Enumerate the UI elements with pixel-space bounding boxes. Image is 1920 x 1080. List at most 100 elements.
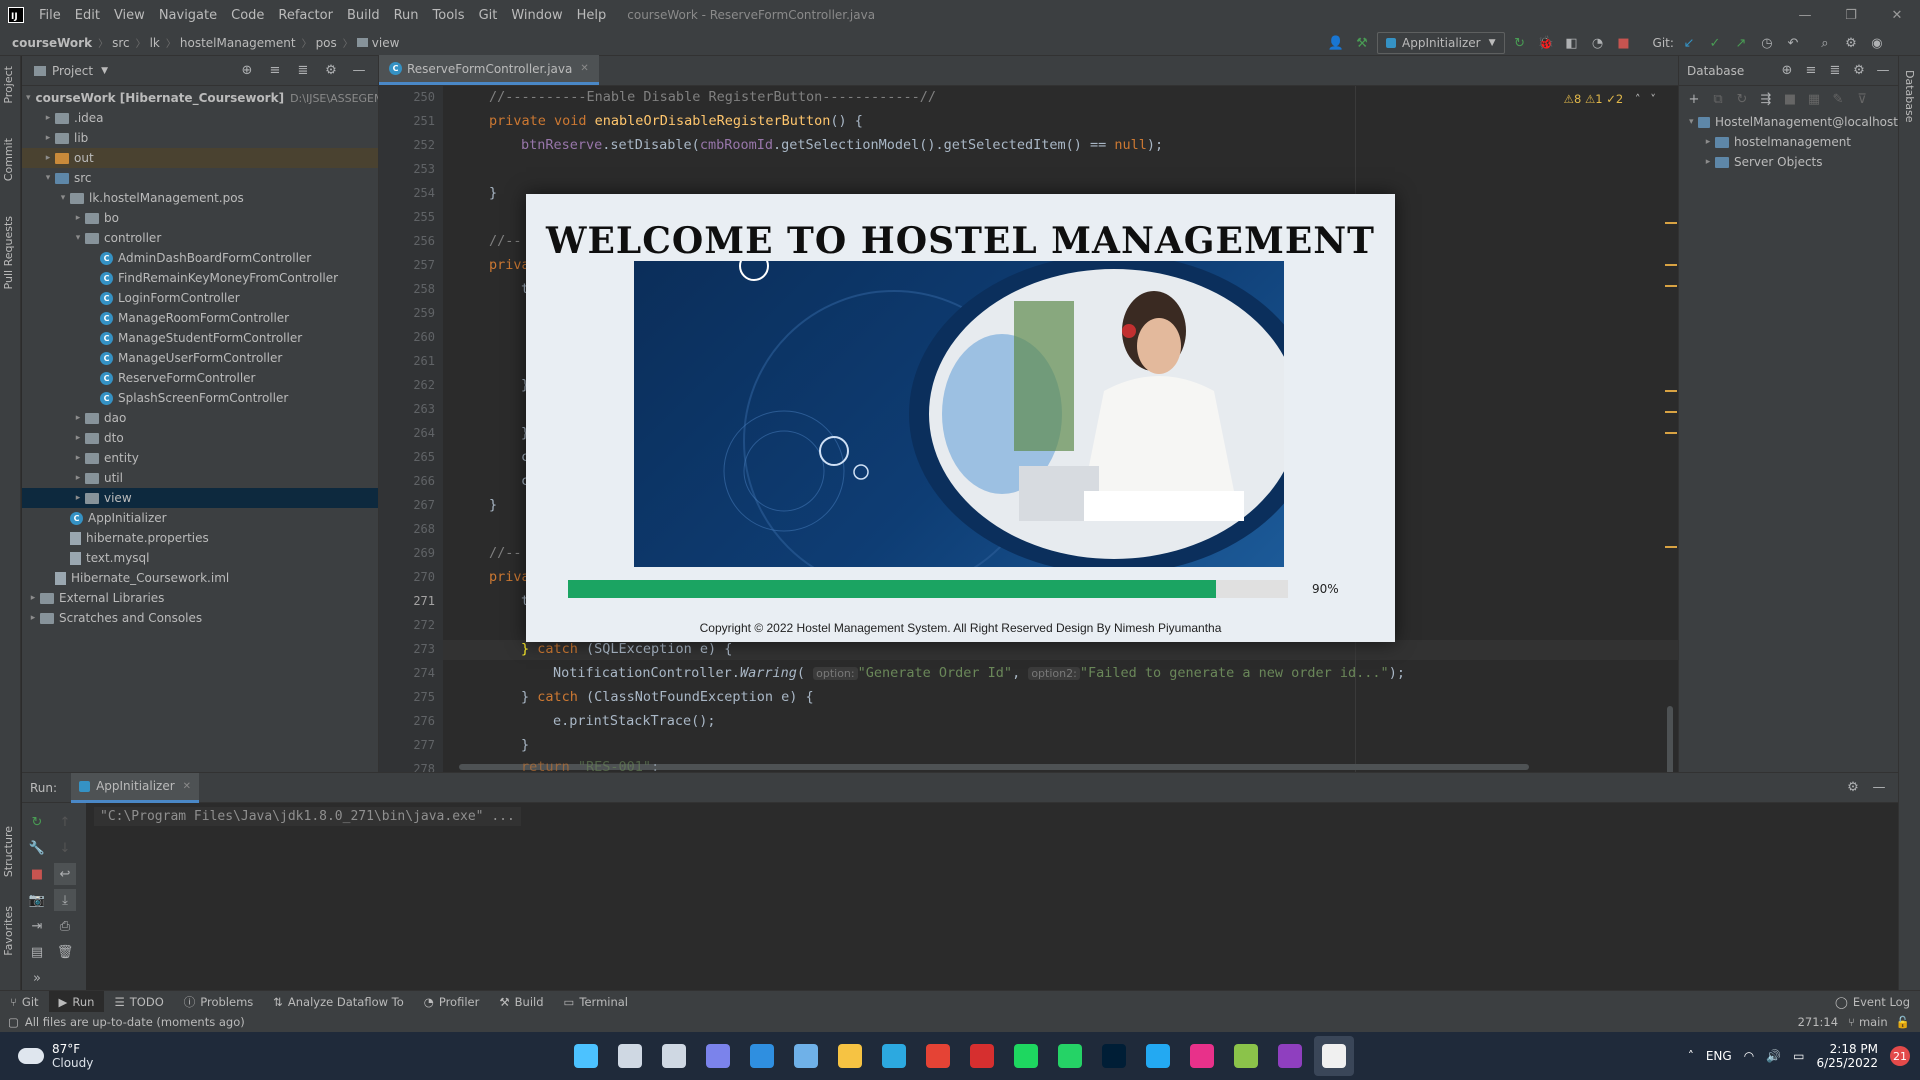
volume-icon[interactable]: 🔊 <box>1766 1049 1781 1063</box>
project-tree-item[interactable]: ▾ courseWork [Hibernate_Coursework] D:\IJS… <box>22 88 399 108</box>
line-number[interactable]: 251 <box>413 114 435 128</box>
project-tree-item[interactable]: ▸ dto <box>22 428 378 448</box>
hide-panel-icon[interactable]: — <box>348 60 370 82</box>
clock[interactable]: 2:18 PM 6/25/2022 <box>1816 1042 1878 1070</box>
commit-tool-tab[interactable]: Commit <box>2 138 15 181</box>
line-number[interactable]: 267 <box>413 498 435 512</box>
git-update-icon[interactable]: ↙ <box>1678 32 1700 54</box>
code-line-273[interactable]: } catch (SQLException e) { <box>521 641 732 657</box>
chevron-right-icon[interactable]: ▸ <box>1701 157 1715 167</box>
settings-gear-icon[interactable]: ⚙ <box>320 60 342 82</box>
project-tree-item[interactable]: hibernate.properties <box>22 528 378 548</box>
settings-gear-icon[interactable]: ⚙ <box>1840 32 1862 54</box>
code-line-274[interactable]: NotificationController.Warring( option: "… <box>553 665 1405 681</box>
project-tree-item[interactable]: ▸ out <box>22 148 378 168</box>
exit-icon[interactable]: ⇥ <box>26 915 48 937</box>
database-panel-title[interactable]: Database <box>1687 64 1744 78</box>
line-number[interactable]: 258 <box>413 282 435 296</box>
breadcrumb-lk[interactable]: lk <box>146 36 160 50</box>
taskbar-app-file-explorer[interactable] <box>830 1036 870 1076</box>
refresh-icon[interactable]: ↻ <box>1731 88 1753 110</box>
line-number[interactable]: 268 <box>413 522 435 536</box>
chevron-right-icon[interactable]: ▸ <box>71 453 85 463</box>
menu-window[interactable]: Window <box>504 8 569 23</box>
line-number[interactable]: 250 <box>413 90 435 104</box>
project-tree-item[interactable]: ▸ entity <box>22 448 378 468</box>
project-tree-item[interactable]: ▾ src <box>22 168 378 188</box>
project-panel-title[interactable]: Project <box>52 64 93 78</box>
taskbar-app-whatsapp[interactable] <box>1050 1036 1090 1076</box>
tool-analyze-dataflow[interactable]: ⇅ Analyze Dataflow To <box>263 991 414 1013</box>
project-tree-item[interactable]: ▸ External Libraries <box>22 588 378 608</box>
filter-icon[interactable]: ⊽ <box>1851 88 1873 110</box>
project-tree-item[interactable]: ▸ lib <box>22 128 378 148</box>
profile-icon[interactable]: ◔ <box>1587 32 1609 54</box>
search-icon[interactable]: ⌕ <box>1814 32 1836 54</box>
database-tree-item[interactable]: ▸ hostelmanagement <box>1679 132 1898 152</box>
minimize-icon[interactable]: — <box>1782 0 1828 30</box>
line-number[interactable]: 273 <box>413 642 435 656</box>
line-number[interactable]: 265 <box>413 450 435 464</box>
taskbar-app-mail[interactable] <box>742 1036 782 1076</box>
arrow-down-icon[interactable]: ↓ <box>54 837 76 859</box>
menu-code[interactable]: Code <box>224 8 271 23</box>
expand-all-icon[interactable]: ≡ <box>1800 60 1822 82</box>
add-icon[interactable]: + <box>1683 88 1705 110</box>
project-tree-item[interactable]: C ManageRoomFormController <box>22 308 378 328</box>
chevron-down-icon[interactable]: ▾ <box>26 93 31 103</box>
taskbar-app-spotify[interactable] <box>1006 1036 1046 1076</box>
trash-icon[interactable]: 🗑 <box>54 941 76 963</box>
line-number[interactable]: 274 <box>413 666 435 680</box>
debug-icon[interactable]: 🐞 <box>1535 32 1557 54</box>
layout-icon[interactable]: ▤ <box>26 941 48 963</box>
line-number[interactable]: 252 <box>413 138 435 152</box>
code-line-277[interactable]: } <box>521 737 529 753</box>
taskbar-app-visual-studio[interactable] <box>1270 1036 1310 1076</box>
code-line-270[interactable]: priva <box>489 569 530 585</box>
git-push-icon[interactable]: ↗ <box>1730 32 1752 54</box>
tool-profiler[interactable]: ◔ Profiler <box>414 991 490 1013</box>
project-tree-item[interactable]: text.mysql <box>22 548 378 568</box>
project-tree-item[interactable]: ▸ .idea <box>22 108 378 128</box>
code-line-254[interactable]: } <box>489 185 497 201</box>
stop-icon[interactable]: ■ <box>1779 88 1801 110</box>
copy-icon[interactable]: ⧉ <box>1707 88 1729 110</box>
project-tool-tab[interactable]: Project <box>2 66 15 104</box>
edit-icon[interactable]: ✎ <box>1827 88 1849 110</box>
line-number[interactable]: 259 <box>413 306 435 320</box>
lock-icon[interactable]: 🔓 <box>1896 1015 1910 1029</box>
project-tree-item[interactable]: C ReserveFormController <box>22 368 378 388</box>
caret-position[interactable]: 271:14 <box>1798 1015 1838 1029</box>
taskbar-app-intellij[interactable] <box>1182 1036 1222 1076</box>
database-tool-tab[interactable]: Database <box>1903 70 1916 123</box>
line-number[interactable]: 270 <box>413 570 435 584</box>
tool-terminal[interactable]: ▭ Terminal <box>554 991 638 1013</box>
breadcrumb-hostelmanagement[interactable]: hostelManagement <box>176 36 296 50</box>
chevron-right-icon[interactable]: ▸ <box>26 613 40 623</box>
taskbar-app-task-view[interactable] <box>654 1036 694 1076</box>
line-number[interactable]: 253 <box>413 162 435 176</box>
build-hammer-icon[interactable]: ⚒ <box>1351 32 1373 54</box>
table-icon[interactable]: ▦ <box>1803 88 1825 110</box>
taskbar-app-edge[interactable] <box>874 1036 914 1076</box>
project-tree-item[interactable]: C AdminDashBoardFormController <box>22 248 378 268</box>
chevron-down-icon[interactable]: ▼ <box>101 66 108 76</box>
restore-icon[interactable]: ❐ <box>1828 0 1874 30</box>
menu-view[interactable]: View <box>107 8 152 23</box>
chevron-up-icon[interactable]: ˄ <box>1688 1049 1694 1063</box>
git-commit-icon[interactable]: ✓ <box>1704 32 1726 54</box>
code-line-257[interactable]: priva <box>489 257 530 273</box>
close-tab-icon[interactable]: ✕ <box>183 781 191 792</box>
project-tree-item[interactable]: Hibernate_Coursework.iml <box>22 568 378 588</box>
structure-tool-tab[interactable]: Structure <box>2 826 15 877</box>
chevron-right-icon[interactable]: ▸ <box>41 153 55 163</box>
run-tab-appinitializer[interactable]: AppInitializer ✕ <box>71 772 200 803</box>
stop-icon[interactable]: ■ <box>1613 32 1635 54</box>
print-icon[interactable]: ⎙ <box>54 915 76 937</box>
menu-run[interactable]: Run <box>387 8 426 23</box>
line-number[interactable]: 276 <box>413 714 435 728</box>
project-tree-item[interactable]: ▸ dao <box>22 408 378 428</box>
menu-git[interactable]: Git <box>472 8 505 23</box>
coverage-icon[interactable]: ◧ <box>1561 32 1583 54</box>
code-line-276[interactable]: e.printStackTrace(); <box>553 713 716 729</box>
